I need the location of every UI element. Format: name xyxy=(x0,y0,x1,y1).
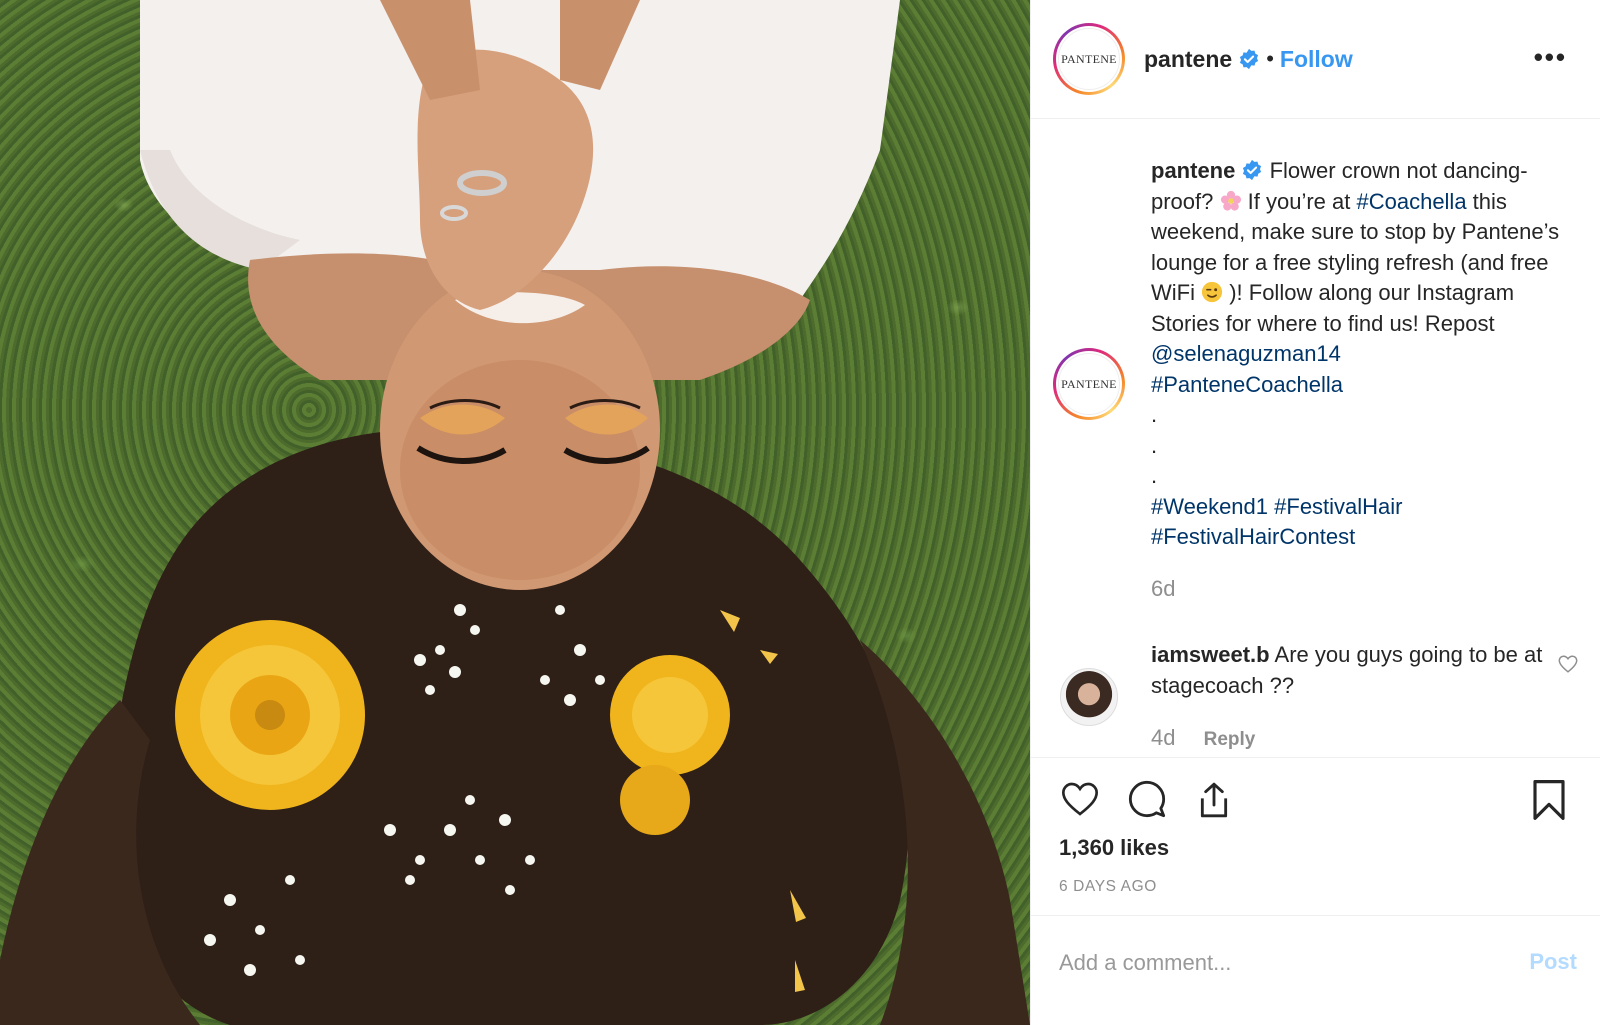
avatar-logo-text: PANTENE xyxy=(1058,28,1120,90)
caption-username[interactable]: pantene xyxy=(1151,158,1235,183)
hashtag-festivalhair[interactable]: #FestivalHair xyxy=(1274,494,1402,519)
post-image-illustration xyxy=(0,0,1030,1025)
caption-dot-2: . xyxy=(1151,432,1158,458)
comments-list[interactable]: PANTENE pantene Flower crown not dancing… xyxy=(1031,120,1600,756)
post-username[interactable]: pantene xyxy=(1144,46,1232,73)
comment-timestamp[interactable]: 4d xyxy=(1151,725,1175,750)
cherry-blossom-emoji-icon xyxy=(1220,190,1241,211)
like-heart-icon[interactable] xyxy=(1059,779,1101,819)
hashtag-pantenecoachella[interactable]: #PanteneCoachella xyxy=(1151,372,1343,397)
caption-text-2: If you’re at xyxy=(1247,188,1357,214)
comment-input[interactable] xyxy=(1059,946,1479,980)
comment-username[interactable]: iamsweet.b xyxy=(1151,642,1270,667)
commenter-avatar[interactable] xyxy=(1060,668,1118,726)
reply-button[interactable]: Reply xyxy=(1204,729,1256,750)
mention-selenaguzman14[interactable]: @selenaguzman14 xyxy=(1151,341,1341,366)
hashtag-festivalhaircontest[interactable]: #FestivalHairContest xyxy=(1151,524,1355,549)
caption-avatar[interactable]: PANTENE xyxy=(1053,348,1125,420)
post-actions: 1,360 likes 6 DAYS AGO xyxy=(1031,757,1600,915)
caption-dot-3: . xyxy=(1151,463,1158,488)
post-side-panel: PANTENE pantene • Follow ••• PANTENE pan… xyxy=(1030,0,1600,1025)
verified-badge-icon xyxy=(1240,48,1259,70)
post-age[interactable]: 6 DAYS AGO xyxy=(1059,878,1157,896)
comment-meta: 4d Reply xyxy=(1151,725,1255,751)
comment-bubble-icon[interactable] xyxy=(1127,779,1167,819)
caption-timestamp[interactable]: 6d xyxy=(1151,576,1175,602)
hashtag-weekend1[interactable]: #Weekend1 xyxy=(1151,494,1268,519)
more-options-icon[interactable]: ••• xyxy=(1534,44,1567,70)
comment-like-heart-icon[interactable] xyxy=(1557,653,1579,675)
post-header: PANTENE pantene • Follow ••• xyxy=(1031,0,1600,119)
post-caption: pantene Flower crown not dancing-proof? … xyxy=(1151,156,1581,553)
caption-dot-1: . xyxy=(1151,402,1158,427)
follow-button[interactable]: Follow xyxy=(1280,46,1353,73)
header-separator: • xyxy=(1266,46,1274,71)
winking-face-emoji-icon xyxy=(1202,281,1223,303)
save-bookmark-icon[interactable] xyxy=(1531,779,1567,821)
post-image[interactable] xyxy=(0,0,1030,1025)
post-comment-button[interactable]: Post xyxy=(1529,949,1577,975)
comment-item: iamsweet.b Are you guys going to be at s… xyxy=(1151,640,1546,701)
add-comment-bar: Post xyxy=(1031,915,1600,1025)
hashtag-coachella[interactable]: #Coachella xyxy=(1356,189,1466,214)
caption-avatar-logo-text: PANTENE xyxy=(1058,353,1120,415)
verified-badge-icon xyxy=(1243,159,1262,181)
profile-avatar[interactable]: PANTENE xyxy=(1053,23,1125,95)
likes-count[interactable]: 1,360 likes xyxy=(1059,835,1169,861)
share-upload-icon[interactable] xyxy=(1194,779,1234,821)
